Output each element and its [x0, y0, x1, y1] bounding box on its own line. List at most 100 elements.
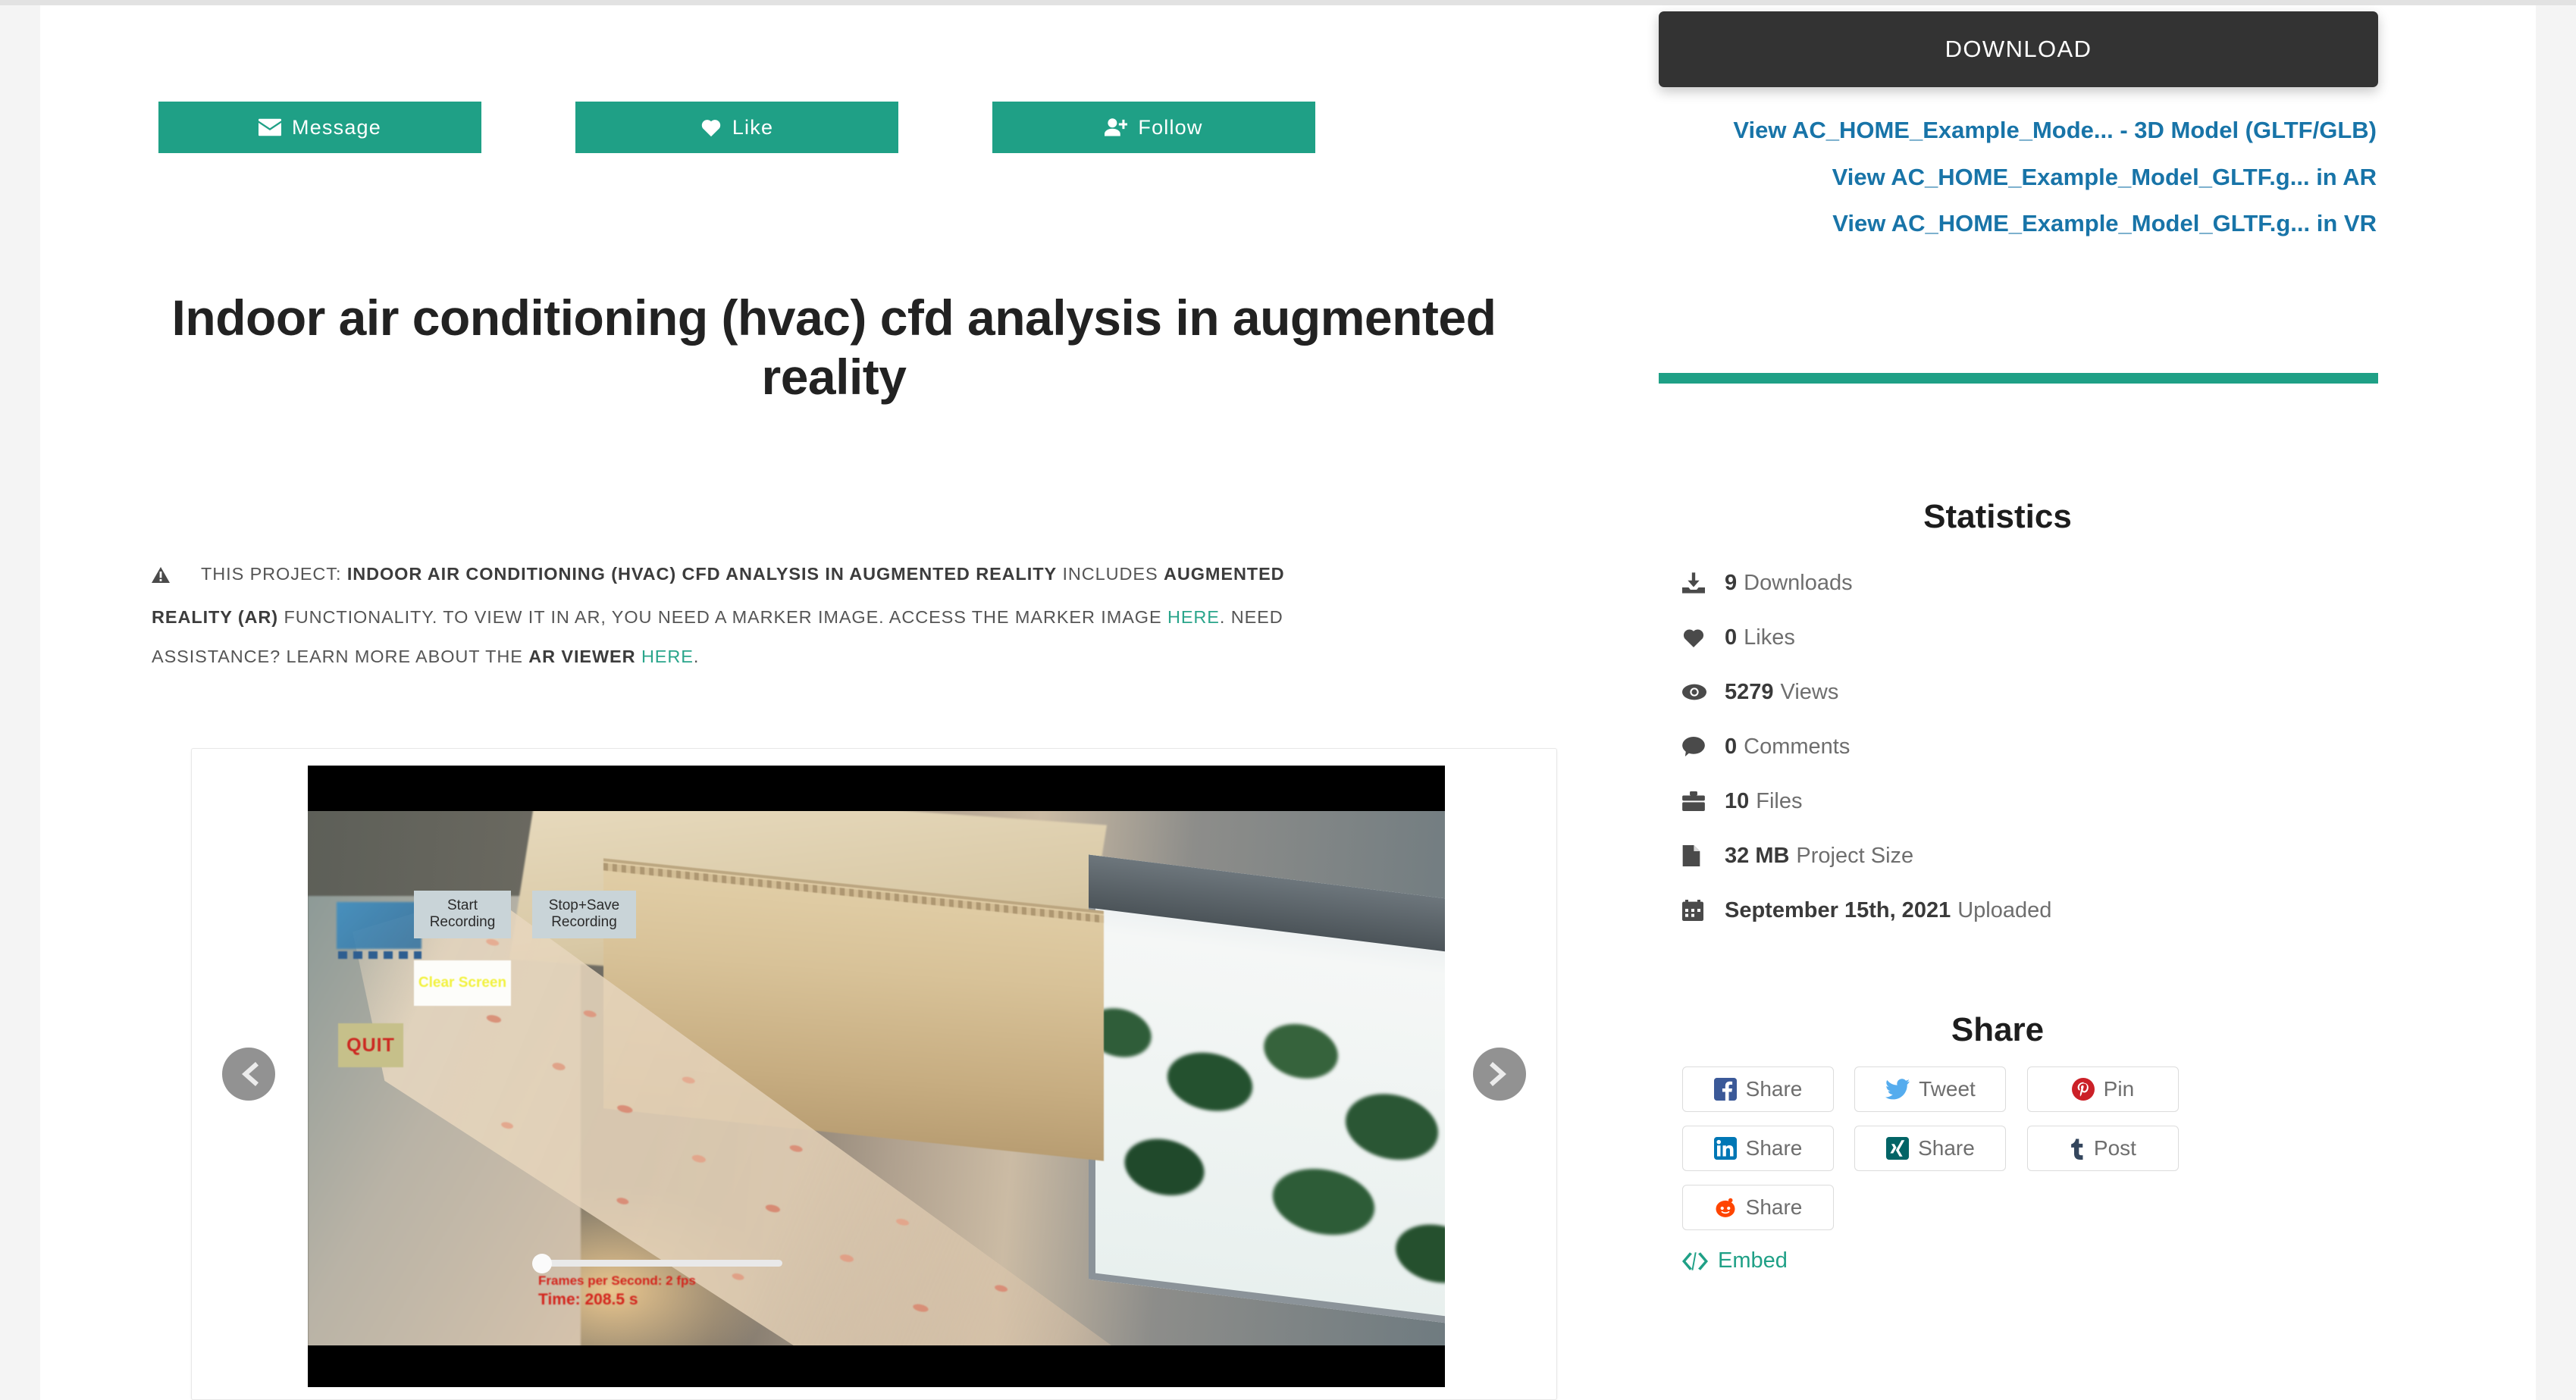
clear-screen-button[interactable]: Clear Screen [414, 960, 511, 1006]
user-plus-icon [1105, 117, 1128, 137]
stat-downloads: 9 Downloads [1682, 556, 2364, 610]
top-gray-band [0, 0, 2576, 5]
share-button-label: Share [1918, 1136, 1975, 1160]
ar-app-logo-subtext [338, 951, 421, 959]
ar-viewer-link[interactable]: HERE [641, 647, 694, 666]
code-icon [1682, 1251, 1708, 1270]
stat-label: Views [1780, 679, 1839, 704]
stat-value: September 15th, 2021 [1725, 897, 1951, 922]
stat-label: Downloads [1744, 570, 1853, 595]
stat-value: 32 MB [1725, 843, 1790, 868]
fps-slider-track [541, 1260, 782, 1267]
warning-icon [152, 558, 170, 597]
view-3d-model-link[interactable]: View AC_HOME_Example_Mode... - 3D Model … [1619, 115, 2377, 146]
marker-image-link[interactable]: HERE [1167, 607, 1220, 627]
main-content-column: Message Like Follow Indoor air condition… [152, 5, 1558, 1400]
stat-value: 9 [1725, 570, 1738, 595]
file-icon [1682, 845, 1713, 866]
stat-likes: 0 Likes [1682, 610, 2364, 665]
stat-value: 10 [1725, 788, 1750, 813]
fps-slider-handle[interactable] [532, 1254, 552, 1273]
ar-notice-mid: FUNCTIONALITY. TO VIEW IT IN AR, YOU NEE… [284, 606, 1162, 627]
page-title: Indoor air conditioning (hvac) cfd analy… [171, 290, 1496, 406]
download-button[interactable]: DOWNLOAD [1659, 11, 2378, 87]
fps-slider[interactable] [532, 1254, 782, 1273]
share-button-label: Share [1745, 1136, 1803, 1160]
heart-icon [700, 117, 722, 137]
ar-scene-image: Start Recording Stop+Save Recording Clea… [308, 805, 1445, 1349]
download-icon [1682, 572, 1713, 594]
view-in-vr-link[interactable]: View AC_HOME_Example_Model_GLTF.g... in … [1619, 208, 2377, 239]
page-content: Message Like Follow Indoor air condition… [40, 5, 2536, 1400]
stat-files: 10 Files [1682, 774, 2364, 828]
stat-value: 0 [1725, 734, 1738, 759]
stat-label: Project Size [1796, 843, 1914, 868]
view-in-ar-link[interactable]: View AC_HOME_Example_Model_GLTF.g... in … [1619, 162, 2377, 193]
ar-notice-project-name: INDOOR AIR CONDITIONING (HVAC) CFD ANALY… [346, 563, 1058, 584]
share-button-label: Post [2093, 1136, 2136, 1160]
carousel-video-frame[interactable]: Start Recording Stop+Save Recording Clea… [308, 766, 1445, 1387]
twitter-icon [1885, 1079, 1910, 1100]
message-button[interactable]: Message [158, 102, 481, 153]
stat-label: Files [1756, 788, 1803, 813]
share-button-label: Tweet [1919, 1077, 1976, 1101]
follow-button-label: Follow [1138, 115, 1203, 139]
ar-notice-end: . [693, 646, 700, 666]
follow-button[interactable]: Follow [992, 102, 1315, 153]
stat-views: 5279 Views [1682, 665, 2364, 719]
like-button[interactable]: Like [575, 102, 898, 153]
time-readout: Time: 208.5 s [538, 1291, 638, 1308]
stat-label: Likes [1744, 625, 1795, 650]
share-twitter-button[interactable]: Tweet [1854, 1066, 2007, 1112]
linkedin-icon [1713, 1137, 1737, 1160]
fps-readout: Frames per Second: 2 fps [538, 1273, 696, 1288]
envelope-icon [259, 118, 282, 136]
view-links-list: View AC_HOME_Example_Mode... - 3D Model … [1619, 115, 2377, 255]
statistics-list: 9 Downloads 0 Likes 5279 Views 0 Comment… [1682, 556, 2364, 938]
ar-notice-viewer-term: AR VIEWER [528, 646, 636, 666]
share-button-label: Share [1745, 1077, 1803, 1101]
message-button-label: Message [292, 115, 381, 139]
ar-notice-includes: INCLUDES [1062, 563, 1158, 584]
embed-link[interactable]: Embed [1682, 1248, 1788, 1273]
chevron-right-icon [1490, 1062, 1506, 1086]
carousel-next-arrow[interactable] [1473, 1048, 1526, 1101]
share-button-label: Share [1745, 1195, 1803, 1219]
heart-icon [1682, 627, 1713, 648]
share-reddit-button[interactable]: Share [1682, 1185, 1834, 1230]
share-tumblr-button[interactable]: Post [2026, 1126, 2179, 1171]
share-buttons: Share Tweet Pin Share Share Post Share [1682, 1066, 2364, 1244]
statistics-heading: Statistics [1923, 497, 2072, 535]
carousel-prev-arrow[interactable] [222, 1048, 275, 1101]
share-button-label: Pin [2103, 1077, 2135, 1101]
reddit-icon [1714, 1196, 1737, 1219]
quit-button[interactable]: QUIT [338, 1023, 403, 1067]
ar-notice: THIS PROJECT: INDOOR AIR CONDITIONING (H… [152, 554, 1304, 676]
share-facebook-button[interactable]: Share [1682, 1066, 1834, 1112]
stat-uploaded: September 15th, 2021 Uploaded [1682, 883, 2364, 938]
share-linkedin-button[interactable]: Share [1682, 1126, 1834, 1171]
calendar-icon [1682, 900, 1713, 921]
stop-save-recording-button[interactable]: Stop+Save Recording [532, 891, 636, 938]
eye-icon [1682, 683, 1713, 701]
media-carousel: Start Recording Stop+Save Recording Clea… [191, 748, 1557, 1400]
ar-notice-lead: THIS PROJECT: [201, 563, 342, 584]
ar-app-logo [337, 902, 421, 949]
stat-value: 0 [1725, 625, 1738, 650]
pinterest-icon [2071, 1078, 2095, 1101]
start-recording-button[interactable]: Start Recording [414, 891, 511, 938]
share-heading: Share [1951, 1010, 2045, 1048]
embed-label: Embed [1718, 1248, 1788, 1273]
profile-action-buttons: Message Like Follow [152, 102, 1516, 153]
facebook-icon [1713, 1078, 1737, 1101]
video-letterbox-bottom [308, 1345, 1445, 1387]
comment-icon [1682, 737, 1713, 756]
video-letterbox-top [308, 766, 1445, 811]
share-xing-button[interactable]: Share [1854, 1126, 2007, 1171]
like-button-label: Like [732, 115, 774, 139]
xing-icon [1886, 1137, 1910, 1160]
share-pinterest-button[interactable]: Pin [2026, 1066, 2179, 1112]
briefcase-icon [1682, 791, 1713, 811]
stat-comments: 0 Comments [1682, 719, 2364, 774]
stat-project-size: 32 MB Project Size [1682, 828, 2364, 883]
